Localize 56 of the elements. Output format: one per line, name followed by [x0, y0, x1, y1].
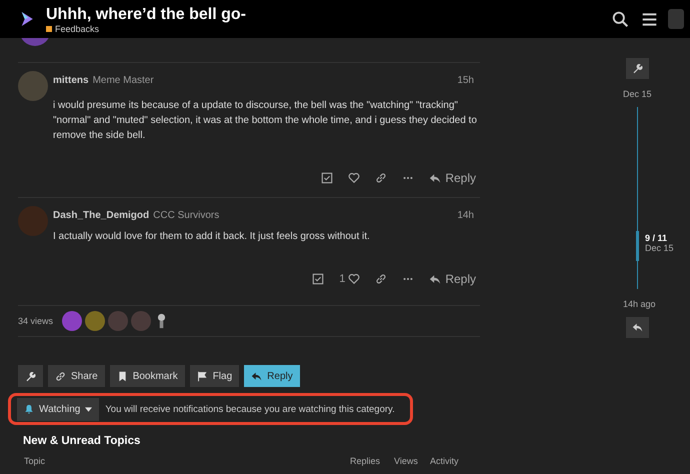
flag-icon	[196, 370, 208, 382]
end-date[interactable]: 14h ago	[623, 299, 656, 309]
post-text: I actually would love for them to add it back. It just feels gross without it.	[53, 230, 371, 244]
column-header[interactable]: Replies	[350, 456, 394, 467]
post-time[interactable]: 15h	[457, 75, 474, 86]
menu-icon[interactable]	[641, 10, 658, 28]
link-icon[interactable]	[375, 273, 388, 285]
start-date[interactable]: Dec 15	[623, 89, 652, 99]
admin-button[interactable]	[626, 58, 649, 79]
category-link[interactable]: Feedbacks	[55, 24, 100, 34]
user-title: CCC Survivors	[153, 210, 220, 221]
wrench-button[interactable]	[18, 365, 43, 387]
like-count[interactable]: 1	[339, 273, 346, 285]
flag-button[interactable]: Flag	[190, 365, 240, 387]
like-icon[interactable]	[348, 273, 360, 285]
reply-button[interactable]: Reply	[244, 365, 300, 387]
bookmark-button[interactable]: Bookmark	[110, 365, 185, 387]
reply-arrow-icon	[429, 172, 442, 184]
share-button[interactable]: Share	[48, 365, 105, 387]
column-header[interactable]: Views	[394, 456, 430, 467]
checkbox-icon[interactable]	[312, 273, 324, 285]
logo-icon[interactable]	[20, 10, 34, 28]
reply-button[interactable]: Reply	[429, 272, 476, 286]
post-text: i would presume its because of a update to discourse, the bell was the "watching" "tracking" "normal" and "muted" selection, it was at the bottom the whole time, and i guess they decided to remove the side bell.	[53, 99, 478, 143]
bell-icon	[24, 404, 34, 414]
post-position: 9 / 11	[645, 233, 668, 243]
reply-arrow-icon	[632, 322, 643, 333]
figure-icon[interactable]	[157, 313, 166, 329]
bookmark-icon	[116, 370, 128, 382]
search-icon[interactable]	[612, 10, 629, 28]
column-header[interactable]: Activity	[430, 456, 480, 467]
participant-avatar[interactable]	[62, 311, 82, 331]
checkbox-icon[interactable]	[321, 172, 334, 184]
reply-arrow-icon	[251, 370, 262, 382]
wrench-icon	[632, 63, 643, 74]
participant-avatar[interactable]	[85, 311, 106, 331]
username[interactable]: Dash_The_Demigod	[53, 210, 150, 221]
post-time[interactable]: 14h	[457, 210, 474, 221]
notification-dropdown[interactable]: Watching	[17, 398, 100, 420]
topic-title[interactable]: Uhhh, where’d the bell go-	[46, 4, 600, 24]
link-icon	[55, 370, 66, 382]
view-count: 34 views	[18, 316, 54, 326]
user-title: Meme Master	[92, 75, 154, 86]
reply-button[interactable]: Reply	[429, 171, 476, 185]
position-date: Dec 15	[645, 243, 674, 253]
reply-button[interactable]	[626, 317, 649, 338]
wrench-icon	[25, 370, 36, 382]
username[interactable]: mittens	[53, 75, 89, 86]
section-heading: New & Unread Topics	[23, 435, 142, 447]
timeline-handle[interactable]	[636, 231, 639, 261]
like-icon[interactable]	[348, 172, 360, 184]
column-header[interactable]: Topic	[24, 456, 350, 467]
link-icon[interactable]	[375, 172, 388, 184]
notification-description: You will receive notifications because you are watching this category.	[105, 404, 395, 414]
reply-arrow-icon	[429, 274, 442, 284]
caret-icon	[85, 406, 92, 412]
